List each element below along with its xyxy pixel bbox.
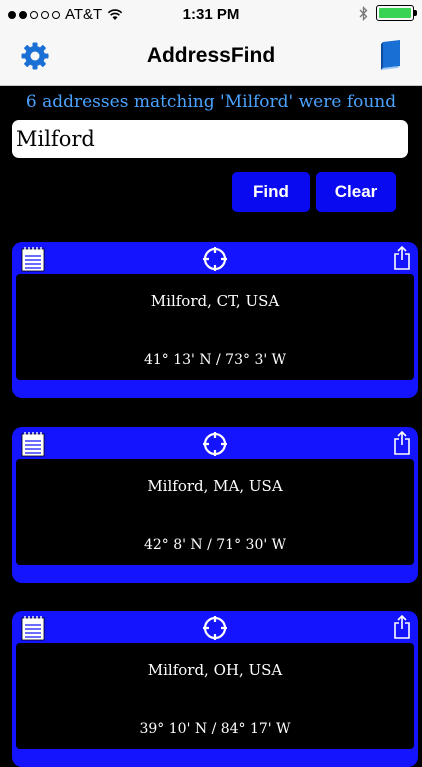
results-message: 6 addresses matching 'Milford' were foun… — [25, 92, 397, 112]
card-header — [12, 427, 418, 459]
place-name: Milford, CT, USA — [150, 292, 280, 310]
place-name: Milford, MA, USA — [147, 477, 283, 495]
locate-target-icon[interactable] — [202, 615, 228, 641]
find-button[interactable]: Find — [232, 172, 310, 212]
place-name: Milford, OH, USA — [147, 661, 283, 679]
book-icon[interactable] — [378, 39, 404, 71]
app-title: AddressFind — [146, 44, 276, 67]
locate-target-icon[interactable] — [202, 431, 228, 457]
notepad-icon[interactable] — [20, 615, 46, 641]
status-bar: AT&T 1:31 PM — [0, 0, 422, 30]
notepad-icon[interactable] — [20, 431, 46, 457]
card-header — [12, 611, 418, 643]
result-card[interactable]: Milford, CT, USA 41° 13' N / 73° 3' W — [12, 242, 418, 398]
share-icon[interactable] — [392, 430, 412, 456]
search-input[interactable] — [12, 120, 408, 158]
card-header — [12, 242, 418, 274]
battery-icon — [376, 5, 417, 21]
card-body: Milford, CT, USA 41° 13' N / 73° 3' W — [16, 274, 414, 380]
bluetooth-icon — [359, 5, 368, 21]
share-icon[interactable] — [392, 614, 412, 640]
coordinates: 39° 10' N / 84° 17' W — [139, 721, 291, 737]
result-card[interactable]: Milford, OH, USA 39° 10' N / 84° 17' W — [12, 611, 418, 767]
coordinates: 41° 13' N / 73° 3' W — [143, 352, 287, 368]
status-right — [359, 5, 417, 21]
share-icon[interactable] — [392, 245, 412, 271]
card-body: Milford, OH, USA 39° 10' N / 84° 17' W — [16, 643, 414, 749]
clear-button[interactable]: Clear — [316, 172, 396, 212]
notepad-icon[interactable] — [20, 246, 46, 272]
card-body: Milford, MA, USA 42° 8' N / 71° 30' W — [16, 459, 414, 565]
coordinates: 42° 8' N / 71° 30' W — [143, 537, 287, 553]
locate-target-icon[interactable] — [202, 246, 228, 272]
navigation-bar: AddressFind — [0, 30, 422, 86]
result-card[interactable]: Milford, MA, USA 42° 8' N / 71° 30' W — [12, 427, 418, 583]
